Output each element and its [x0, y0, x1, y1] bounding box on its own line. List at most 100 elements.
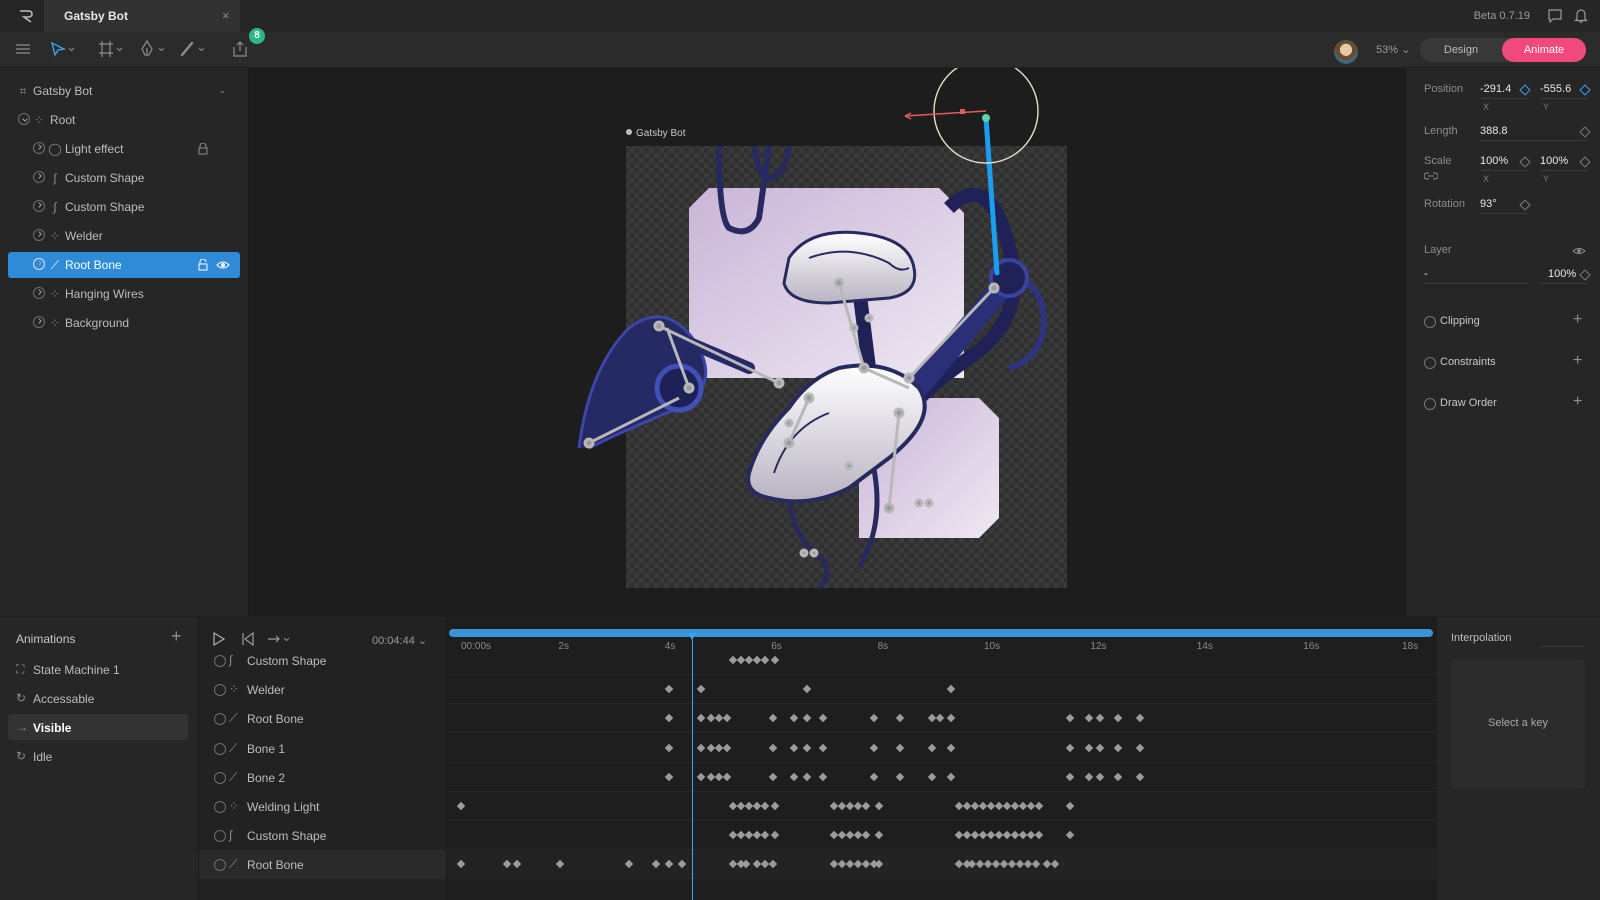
pen-tool-icon[interactable]: [140, 40, 166, 58]
add-animation-icon[interactable]: +: [171, 626, 182, 647]
keyframe[interactable]: [664, 772, 674, 782]
keyframe[interactable]: [1031, 860, 1041, 869]
keyframe[interactable]: [954, 830, 963, 840]
keyframe[interactable]: [845, 801, 854, 811]
keyframe[interactable]: [927, 743, 937, 752]
keyframe[interactable]: [1095, 772, 1104, 782]
keyframe[interactable]: [895, 772, 905, 782]
playhead[interactable]: [688, 633, 697, 900]
keyframe[interactable]: [991, 860, 1001, 869]
keyframe[interactable]: [1084, 714, 1094, 723]
expand-chevron-icon[interactable]: [214, 859, 226, 872]
stage-canvas[interactable]: Gatsby Bot: [249, 68, 1405, 616]
expand-chevron-icon[interactable]: [33, 171, 45, 183]
expand-chevron-icon[interactable]: [33, 142, 45, 154]
keyframe[interactable]: [1066, 801, 1075, 811]
keyframe[interactable]: [1114, 772, 1123, 782]
keyframe-row[interactable]: [447, 646, 1436, 675]
keyframe[interactable]: [1066, 714, 1075, 723]
keyframe[interactable]: [1018, 830, 1027, 840]
keyframe[interactable]: [768, 743, 777, 752]
keyframe[interactable]: [802, 743, 812, 752]
keyframe[interactable]: [1026, 801, 1035, 811]
design-mode-button[interactable]: Design: [1420, 38, 1502, 62]
keyframe[interactable]: [895, 714, 905, 723]
export-icon[interactable]: [231, 40, 249, 58]
keyframe[interactable]: [457, 860, 466, 869]
keyframe[interactable]: [789, 714, 799, 723]
keyframe[interactable]: [723, 772, 732, 782]
keyframe[interactable]: [1026, 830, 1035, 840]
feedback-icon[interactable]: [1548, 9, 1562, 23]
keyframe-row[interactable]: [447, 850, 1436, 880]
keyframe[interactable]: [802, 684, 812, 694]
keyframe[interactable]: [768, 772, 777, 782]
notification-bell-icon[interactable]: [1574, 8, 1588, 24]
keyframe[interactable]: [752, 801, 761, 811]
keyframe[interactable]: [818, 772, 828, 782]
keyframe[interactable]: [853, 830, 862, 840]
keyframe[interactable]: [1095, 714, 1104, 723]
expand-chevron-icon[interactable]: [33, 316, 45, 328]
keyframe[interactable]: [744, 830, 753, 840]
hierarchy-item-background[interactable]: ⁘ Background: [8, 310, 240, 336]
animation-item-accessable[interactable]: ↻ Accessable: [8, 685, 188, 711]
keyframe[interactable]: [861, 801, 870, 811]
bone-tool-icon[interactable]: [180, 40, 206, 58]
keyframe[interactable]: [1042, 860, 1051, 869]
chevron-down-icon[interactable]: ⌄: [218, 85, 226, 96]
lock-icon[interactable]: [198, 143, 208, 155]
timeline-track-row[interactable]: ∫ Custom Shape: [199, 821, 446, 850]
keyframe[interactable]: [845, 830, 854, 840]
keyframe[interactable]: [853, 801, 862, 811]
keyframe[interactable]: [869, 714, 878, 723]
keyframe[interactable]: [1114, 743, 1123, 752]
hamburger-menu-icon[interactable]: [15, 40, 31, 58]
keyframe[interactable]: [723, 743, 732, 752]
keyframe[interactable]: [869, 743, 878, 752]
clipping-section-label[interactable]: Clipping: [1440, 315, 1480, 327]
keyframe[interactable]: [970, 801, 979, 811]
keyframe-diamond-icon[interactable]: [1579, 84, 1591, 96]
keyframe[interactable]: [1018, 801, 1027, 811]
skip-to-start-icon[interactable]: [241, 632, 255, 646]
rotation-input[interactable]: 93°: [1480, 198, 1497, 210]
avatar[interactable]: [1334, 40, 1358, 64]
position-y-input[interactable]: -555.6: [1540, 83, 1571, 95]
keyframe[interactable]: [728, 801, 737, 811]
expand-chevron-icon[interactable]: [214, 771, 226, 784]
keyframe[interactable]: [457, 801, 466, 811]
keyframe[interactable]: [946, 684, 955, 694]
hierarchy-item-custom-shape[interactable]: ∫ Custom Shape: [8, 165, 240, 191]
keyframe[interactable]: [1034, 830, 1043, 840]
keyframe[interactable]: [696, 772, 705, 782]
keyframe[interactable]: [770, 801, 780, 811]
timeline-track-row[interactable]: ∫ Custom Shape: [199, 646, 446, 675]
keyframe[interactable]: [837, 801, 846, 811]
keyframe[interactable]: [927, 714, 937, 723]
keyframe[interactable]: [696, 714, 705, 723]
timeline-track-row[interactable]: ⁘ Welding Light: [199, 792, 446, 821]
keyframe[interactable]: [1023, 860, 1033, 869]
keyframe-diamond-icon[interactable]: [1519, 156, 1531, 168]
keyframe[interactable]: [869, 772, 878, 782]
unlock-icon[interactable]: [198, 259, 208, 271]
chevron-down-icon[interactable]: [1424, 398, 1436, 410]
timeline-keyframes-area[interactable]: 00:00s 2s 4s 6s 8s 10s 12s 14s 16s 18s: [447, 617, 1436, 900]
keyframe-row[interactable]: [447, 704, 1436, 734]
keyframe[interactable]: [744, 655, 753, 665]
animation-item-visible[interactable]: → Visible: [8, 714, 188, 740]
keyframe[interactable]: [1095, 743, 1104, 752]
timeline-track-row[interactable]: ⟋ Bone 2: [199, 763, 446, 792]
keyframe[interactable]: [802, 714, 812, 723]
keyframe-diamond-icon[interactable]: [1519, 84, 1531, 96]
keyframe[interactable]: [664, 860, 674, 869]
timeline-track-row[interactable]: ⟋ Root Bone: [199, 850, 446, 880]
keyframe[interactable]: [994, 830, 1003, 840]
select-tool-icon[interactable]: [50, 40, 76, 58]
keyframe[interactable]: [946, 743, 955, 752]
keyframe[interactable]: [967, 860, 977, 869]
expand-chevron-icon[interactable]: [214, 830, 226, 843]
keyframe[interactable]: [994, 801, 1003, 811]
keyframe[interactable]: [760, 830, 769, 840]
